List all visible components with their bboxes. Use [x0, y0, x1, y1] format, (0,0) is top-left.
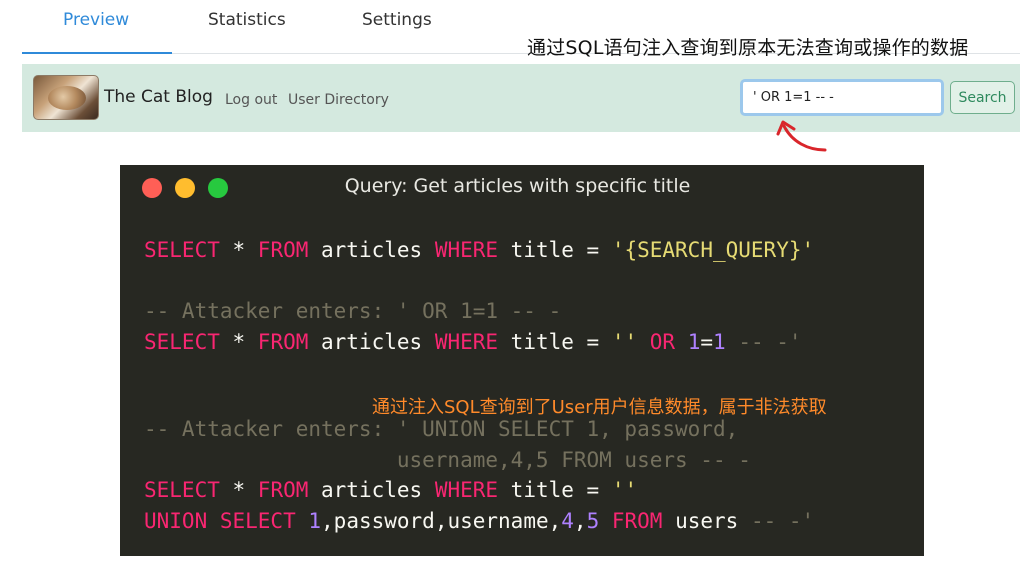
code-line-union-1: SELECT * FROM articles WHERE title = ''	[144, 478, 637, 502]
search-button[interactable]: Search	[950, 81, 1015, 114]
active-tab-indicator	[22, 52, 172, 54]
code-string: '{SEARCH_QUERY}'	[611, 238, 815, 262]
user-directory-link[interactable]: User Directory	[288, 92, 389, 108]
kw: FROM	[257, 330, 309, 354]
code-number: 4	[561, 509, 574, 533]
code-number: 5	[586, 509, 600, 533]
code-text: *	[219, 330, 258, 354]
code-number: 1	[687, 330, 701, 354]
red-arrow-icon	[776, 120, 827, 152]
code-text: articles	[308, 238, 435, 262]
code-text: =	[700, 330, 714, 354]
kw: SELECT	[144, 330, 220, 354]
code-comment-2a: -- Attacker enters: ' UNION SELECT 1, pa…	[144, 417, 739, 441]
blog-title[interactable]: The Cat Blog	[104, 87, 213, 107]
kw: UNION SELECT	[144, 509, 296, 533]
code-number: 1	[308, 509, 322, 533]
kw: FROM	[257, 478, 309, 502]
kw: SELECT	[144, 478, 220, 502]
search-input[interactable]	[740, 79, 944, 116]
kw: WHERE	[434, 238, 499, 262]
kw: WHERE	[434, 330, 499, 354]
blog-logo-cat-image[interactable]	[33, 75, 99, 120]
close-dot-icon	[142, 178, 162, 198]
app-bar: The Cat Blog Log out User Directory Sear…	[22, 64, 1020, 132]
code-comment: -- -'	[750, 509, 815, 533]
code-string: ''	[611, 478, 638, 502]
code-text: users	[662, 509, 751, 533]
code-text: title =	[498, 238, 612, 262]
page: Preview Statistics Settings 通过SQL语句注入查询到…	[0, 0, 1020, 563]
code-comment-2b: username,4,5 FROM users -- -	[144, 448, 751, 472]
code-comment-1: -- Attacker enters: ' OR 1=1 -- -	[144, 299, 562, 323]
minimize-dot-icon	[175, 178, 195, 198]
code-window: Query: Get articles with specific title …	[120, 165, 924, 556]
tab-settings[interactable]: Settings	[362, 10, 432, 30]
code-line-query: SELECT * FROM articles WHERE title = '{S…	[144, 238, 814, 262]
code-line-injected-or: SELECT * FROM articles WHERE title = '' …	[144, 330, 802, 354]
tab-statistics[interactable]: Statistics	[208, 10, 286, 30]
tab-preview[interactable]: Preview	[63, 10, 129, 30]
kw: SELECT	[144, 238, 220, 262]
annotation-mid: 通过注入SQL查询到了User用户信息数据，属于非法获取	[372, 397, 827, 418]
window-title: Query: Get articles with specific title	[344, 175, 691, 197]
maximize-dot-icon	[208, 178, 228, 198]
code-text: *	[219, 238, 258, 262]
annotation-top: 通过SQL语句注入查询到原本无法查询或操作的数据	[527, 37, 969, 59]
code-text: title =	[498, 478, 612, 502]
code-comment: -- -'	[725, 330, 802, 354]
logout-link[interactable]: Log out	[225, 92, 277, 108]
code-text: *	[219, 478, 258, 502]
code-text: ,	[573, 509, 587, 533]
code-text: title =	[498, 330, 612, 354]
code-string: ''	[611, 330, 638, 354]
code-text: articles	[308, 330, 435, 354]
kw: FROM	[257, 238, 309, 262]
code-number: 1	[713, 330, 726, 354]
kw: WHERE	[434, 478, 499, 502]
code-text: articles	[308, 478, 435, 502]
code-line-union-2: UNION SELECT 1,password,username,4,5 FRO…	[144, 509, 814, 533]
kw: OR	[637, 330, 688, 354]
code-text: ,password,username,	[321, 509, 562, 533]
kw: FROM	[611, 509, 663, 533]
